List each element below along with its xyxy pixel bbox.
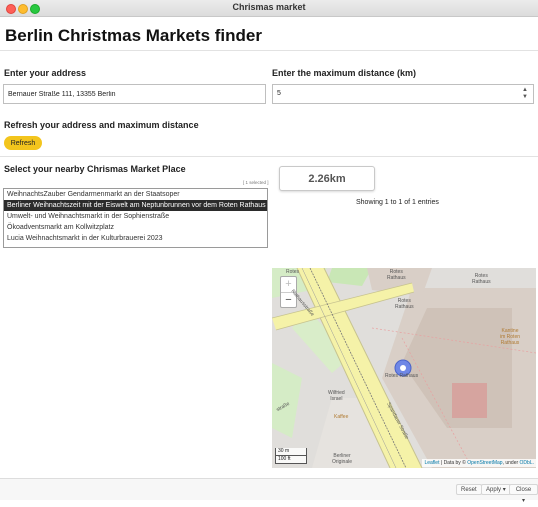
- divider: [0, 50, 538, 51]
- odbl-link[interactable]: ODbL.: [520, 460, 534, 466]
- window-title: Chrismas market: [232, 2, 306, 12]
- entries-info: Showing 1 to 1 of 1 entries: [356, 199, 439, 206]
- list-item[interactable]: Umwelt- und Weihnachtsmarkt in der Sophi…: [4, 211, 267, 222]
- window-titlebar: Chrismas market: [0, 0, 538, 17]
- distance-label: Enter the maximum distance (km): [272, 68, 417, 78]
- scale-metric: 30 m: [275, 448, 307, 456]
- page-title: Berlin Christmas Markets finder: [5, 26, 262, 45]
- list-item[interactable]: Ökoadventsmarkt am Kollwitzplatz: [4, 222, 267, 233]
- map-label: Berliner Originale: [332, 453, 353, 465]
- leaflet-link[interactable]: Leaflet: [424, 460, 439, 466]
- osm-link[interactable]: OpenStreetMap: [467, 460, 502, 466]
- address-input[interactable]: [3, 84, 266, 104]
- close-button[interactable]: Close ▾: [509, 484, 538, 504]
- map-attribution: Leaflet | Data by © OpenStreetMap, under…: [422, 459, 536, 467]
- scale-imperial: 100 ft: [275, 456, 307, 464]
- chevron-down-icon: ▾: [502, 487, 506, 493]
- map-label: Kantine im Roten Rathaus: [500, 328, 521, 346]
- address-label: Enter your address: [4, 68, 87, 78]
- attribution-text: , under: [502, 460, 519, 466]
- apply-label: Apply: [486, 487, 502, 493]
- list-item[interactable]: Lucia Weihnachtsmarkt in der Kulturbraue…: [4, 233, 267, 244]
- distance-value: 5: [277, 90, 281, 97]
- reset-button[interactable]: Reset: [456, 484, 482, 495]
- markets-listbox[interactable]: WeihnachtsZauber Gendarmenmarkt an der S…: [3, 188, 268, 248]
- list-item-selected[interactable]: Berliner Weihnachtszeit mit der Eiswelt …: [4, 200, 267, 211]
- map-label: Kaffee: [334, 414, 349, 420]
- apply-button[interactable]: Apply ▾: [481, 484, 511, 495]
- list-item[interactable]: WeihnachtsZauber Gendarmenmarkt an der S…: [4, 189, 267, 200]
- stepper-arrows-icon[interactable]: ▲ ▼: [521, 87, 529, 101]
- divider: [0, 156, 538, 157]
- close-label: Close: [515, 487, 532, 493]
- refresh-button[interactable]: Refresh: [4, 136, 42, 150]
- distance-result-box: 2.26km: [279, 166, 375, 191]
- map-label: Rotes Rathaus: [395, 298, 414, 310]
- map-label: Rotes Rathaus: [472, 273, 491, 285]
- markets-label: Select your nearby Chrismas Market Place: [4, 164, 186, 174]
- distance-result: 2.26km: [308, 173, 346, 185]
- map-label: Wilfried Israel: [328, 390, 345, 402]
- map[interactable]: + − Rotes Rotes Rathaus Rotes Rathaus Ro…: [272, 268, 536, 468]
- bottom-toolbar: Reset Apply ▾ Close ▾: [0, 478, 538, 504]
- distance-input[interactable]: 5 ▲ ▼: [272, 84, 534, 104]
- map-scale: 30 m 100 ft: [275, 448, 307, 464]
- map-label: Rotes Rathaus: [385, 373, 419, 379]
- selected-count: [ 1 selected ]: [243, 180, 269, 185]
- refresh-heading: Refresh your address and maximum distanc…: [4, 120, 199, 130]
- map-label: Rotes Rathaus: [387, 269, 406, 281]
- map-label: Rotes: [286, 269, 300, 275]
- attribution-text: | Data by ©: [440, 460, 466, 466]
